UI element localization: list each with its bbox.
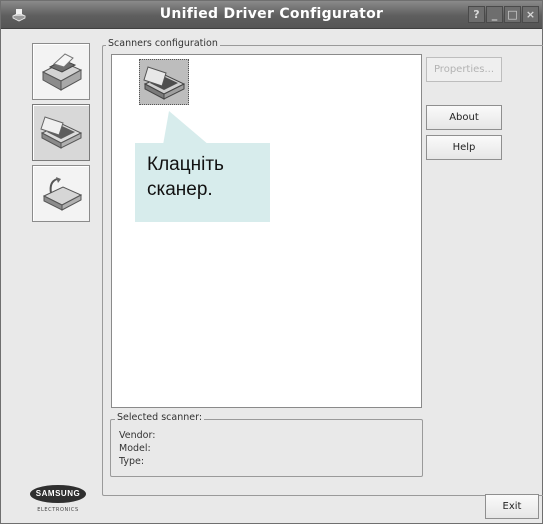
type-label: Type: xyxy=(119,456,145,467)
callout-hint: Клацніть сканер. xyxy=(135,143,270,222)
scanner-list-item[interactable] xyxy=(139,59,189,105)
selected-scanner-group xyxy=(110,419,423,477)
minimize-button[interactable]: _ xyxy=(486,6,503,23)
about-button[interactable]: About xyxy=(426,105,502,130)
sidebar-item-ports[interactable] xyxy=(32,165,90,222)
exit-button[interactable]: Exit xyxy=(485,494,539,519)
model-label: Model: xyxy=(119,443,151,454)
scanner-icon xyxy=(40,115,83,149)
driver-configurator-window: Unified Driver Configurator ? _ □ × SAMS… xyxy=(0,0,543,524)
sidebar-item-printers[interactable] xyxy=(32,43,90,100)
properties-button[interactable]: Properties... xyxy=(426,57,502,82)
selected-scanner-label: Selected scanner: xyxy=(115,412,205,423)
maximize-button[interactable]: □ xyxy=(504,6,521,23)
samsung-logo-text: SAMSUNG xyxy=(35,489,81,498)
callout-pointer xyxy=(163,111,209,145)
samsung-logo-subtitle: ELECTRONICS xyxy=(37,507,79,513)
help-button[interactable]: Help xyxy=(426,135,502,160)
callout-line-2: сканер. xyxy=(147,179,213,200)
port-icon xyxy=(42,176,83,211)
close-button[interactable]: × xyxy=(522,6,539,23)
printer-icon xyxy=(41,52,83,91)
help-title-button[interactable]: ? xyxy=(468,6,485,23)
sidebar-item-scanners[interactable] xyxy=(32,104,90,161)
title-bar[interactable]: Unified Driver Configurator ? _ □ × xyxy=(1,1,542,29)
scanner-list[interactable] xyxy=(111,54,422,408)
window-title: Unified Driver Configurator xyxy=(159,6,384,22)
callout-line-1: Клацніть xyxy=(147,154,224,175)
scanner-icon xyxy=(143,66,186,100)
vendor-label: Vendor: xyxy=(119,430,156,441)
scanners-configuration-label: Scanners configuration xyxy=(106,38,220,49)
